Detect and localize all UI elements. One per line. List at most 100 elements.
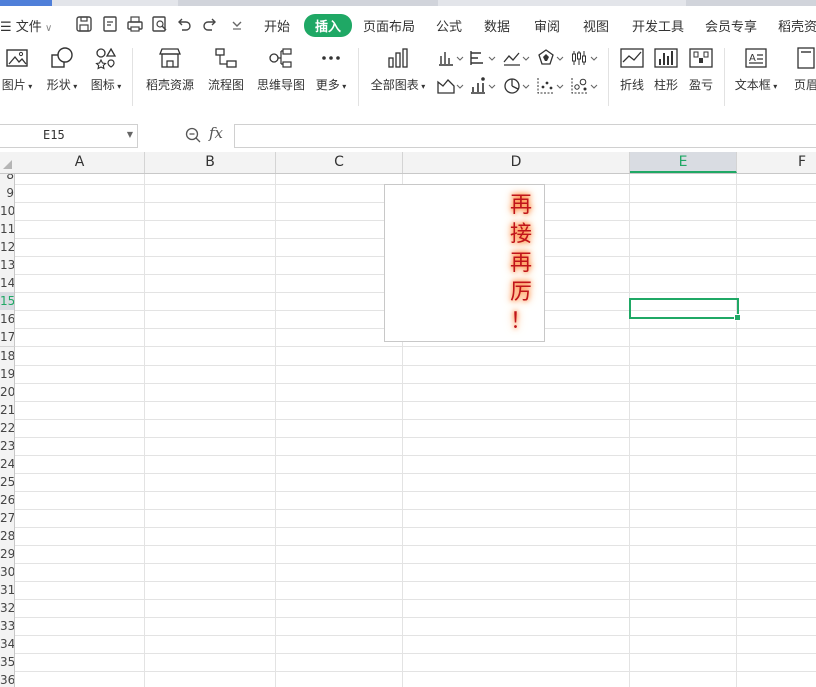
gridline xyxy=(144,174,145,687)
row-header-9[interactable]: 9 xyxy=(0,184,15,204)
formula-bar: E15 ▼ fx xyxy=(0,116,816,153)
print-preview-icon[interactable] xyxy=(151,15,169,33)
column-header-f[interactable]: F xyxy=(737,152,816,173)
row-header-20[interactable]: 20 xyxy=(0,382,15,402)
flowchart-button[interactable]: 流程图 xyxy=(206,46,246,93)
gridline xyxy=(15,635,816,637)
bubble-chart-dropdown-icon[interactable] xyxy=(570,76,600,96)
textbox-char: ！ xyxy=(509,309,532,334)
column-header-a[interactable]: A xyxy=(15,152,145,173)
formula-input[interactable] xyxy=(234,124,816,148)
export-pdf-icon[interactable] xyxy=(101,15,119,33)
row-header-11[interactable]: 11 xyxy=(0,220,15,240)
name-box[interactable]: E15 ▼ xyxy=(0,124,138,148)
tab-view[interactable]: 视图 xyxy=(583,16,609,35)
customize-dropdown-icon[interactable] xyxy=(228,15,246,33)
more-button[interactable]: 更多 ▾ xyxy=(312,46,350,93)
mindmap-icon xyxy=(269,48,292,68)
select-all-icon[interactable] xyxy=(0,157,14,171)
tab-docer[interactable]: 稻壳资源 xyxy=(778,16,816,35)
row-header-23[interactable]: 23 xyxy=(0,436,15,456)
bar-chart-dropdown-icon[interactable] xyxy=(468,48,498,68)
textbox-char: 再 xyxy=(509,193,532,218)
column-header-b[interactable]: B xyxy=(145,152,276,173)
picture-button[interactable]: 图片 ▾ xyxy=(0,46,34,93)
row-header-21[interactable]: 21 xyxy=(0,400,15,420)
row-header-13[interactable]: 13 xyxy=(0,256,15,276)
textbox-button[interactable]: A 文本框 ▾ xyxy=(732,46,780,93)
tab-page-layout[interactable]: 页面布局 xyxy=(363,16,415,35)
row-header-34[interactable]: 34 xyxy=(0,635,15,655)
row-header-15[interactable]: 15 xyxy=(0,292,15,312)
row-header-29[interactable]: 29 xyxy=(0,545,15,565)
mindmap-button[interactable]: 思维导图 xyxy=(255,46,307,93)
tab-review[interactable]: 审阅 xyxy=(534,16,560,35)
gridline xyxy=(275,174,276,687)
redo-icon[interactable] xyxy=(201,15,219,33)
icon-button[interactable]: 图标 ▾ xyxy=(88,46,124,93)
row-header-10[interactable]: 10 xyxy=(0,202,15,222)
gridline xyxy=(15,346,816,348)
undo-icon[interactable] xyxy=(175,15,193,33)
column-chart-dropdown-icon[interactable] xyxy=(436,48,466,68)
stock-chart-dropdown-icon[interactable] xyxy=(570,48,600,68)
column-header-e[interactable]: E xyxy=(630,152,737,173)
zoom-icon[interactable] xyxy=(184,126,202,144)
header-footer-button[interactable]: 页眉 xyxy=(788,46,816,93)
column-header-d[interactable]: D xyxy=(403,152,630,173)
row-header-12[interactable]: 12 xyxy=(0,238,15,258)
gridline xyxy=(15,617,816,619)
gridline xyxy=(15,545,816,546)
selected-cell-e15[interactable] xyxy=(629,298,741,321)
tab-data[interactable]: 数据 xyxy=(484,16,510,35)
combo-chart-dropdown-icon[interactable] xyxy=(468,76,498,96)
gridline xyxy=(629,174,630,687)
row-header-36[interactable]: 36 xyxy=(0,671,15,687)
area-chart-dropdown-icon[interactable] xyxy=(436,76,466,96)
row-header-28[interactable]: 28 xyxy=(0,527,15,546)
row-header-14[interactable]: 14 xyxy=(0,274,15,294)
sparkline-line-button[interactable]: 折线 xyxy=(616,46,648,93)
row-header-18[interactable]: 18 xyxy=(0,346,15,366)
row-header-26[interactable]: 26 xyxy=(0,490,15,510)
sparkline-winloss-button[interactable]: 盈亏 xyxy=(685,46,717,93)
gridline xyxy=(15,400,816,402)
shape-button[interactable]: 形状 ▾ xyxy=(42,46,82,93)
gridline xyxy=(15,671,816,673)
line-chart-dropdown-icon[interactable] xyxy=(502,48,532,68)
ribbon-divider xyxy=(724,48,725,106)
row-header-35[interactable]: 35 xyxy=(0,653,15,673)
row-header-24[interactable]: 24 xyxy=(0,454,15,474)
radar-chart-dropdown-icon[interactable] xyxy=(536,48,566,68)
row-header-22[interactable]: 22 xyxy=(0,418,15,438)
chevron-down-icon[interactable]: ▼ xyxy=(127,130,133,139)
file-menu[interactable]: ☰ 文件 ∨ xyxy=(0,16,52,35)
fill-handle[interactable] xyxy=(734,314,741,321)
row-header-31[interactable]: 31 xyxy=(0,581,15,601)
tab-member[interactable]: 会员专享 xyxy=(705,16,757,35)
row-header-33[interactable]: 33 xyxy=(0,617,15,637)
row-header-17[interactable]: 17 xyxy=(0,328,15,348)
tab-insert[interactable]: 插入 xyxy=(304,14,353,37)
row-header-19[interactable]: 19 xyxy=(0,364,15,384)
row-header-16[interactable]: 16 xyxy=(0,310,15,330)
tab-home[interactable]: 开始 xyxy=(264,16,290,35)
all-charts-button[interactable]: 全部图表 ▾ xyxy=(368,46,428,93)
tab-formulas[interactable]: 公式 xyxy=(436,16,462,35)
flowchart-icon xyxy=(215,48,237,68)
fx-icon[interactable]: fx xyxy=(209,124,223,142)
column-header-c[interactable]: C xyxy=(276,152,403,173)
scatter-chart-dropdown-icon[interactable] xyxy=(536,76,566,96)
row-header-32[interactable]: 32 xyxy=(0,599,15,619)
sparkline-column-button[interactable]: 柱形 xyxy=(650,46,682,93)
icons-icon xyxy=(95,47,117,70)
vertical-textbox[interactable]: 再 接 再 厉 ！ xyxy=(384,184,545,342)
tab-developer[interactable]: 开发工具 xyxy=(632,16,684,35)
row-header-25[interactable]: 25 xyxy=(0,472,15,492)
row-header-30[interactable]: 30 xyxy=(0,563,15,583)
print-icon[interactable] xyxy=(126,15,144,33)
save-icon[interactable] xyxy=(75,15,93,33)
pie-chart-dropdown-icon[interactable] xyxy=(502,76,532,96)
row-header-27[interactable]: 27 xyxy=(0,508,15,528)
docer-resources-button[interactable]: 稻壳资源 xyxy=(144,46,196,93)
